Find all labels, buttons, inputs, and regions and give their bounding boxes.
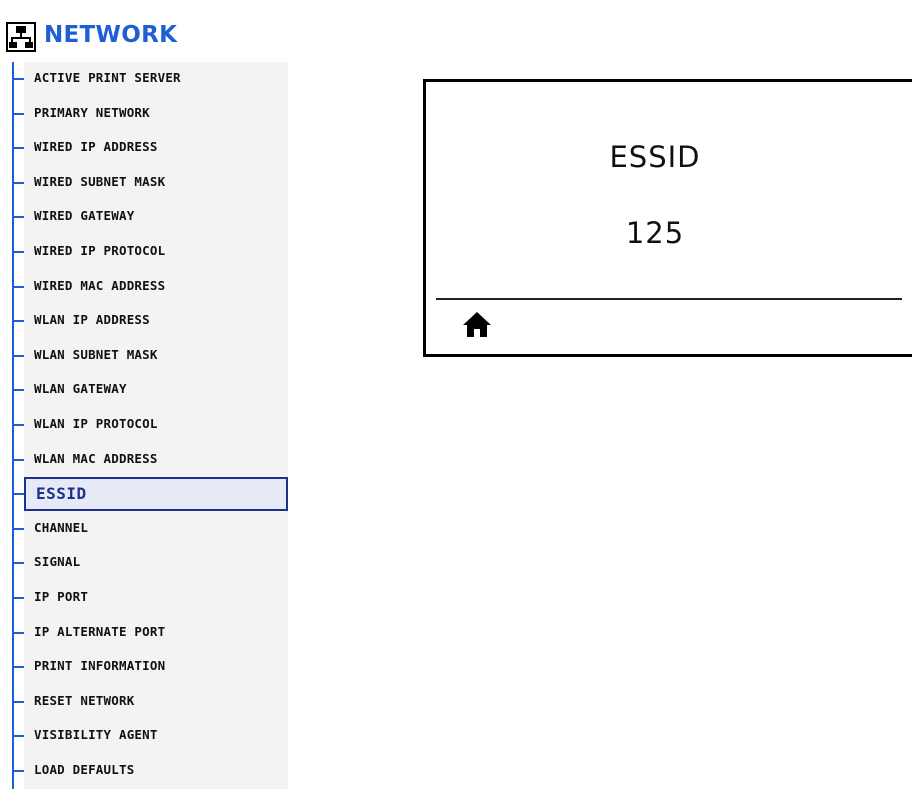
tree-branch [12, 527, 24, 530]
menu-item[interactable]: ESSID [6, 477, 288, 512]
menu-item-label: IP PORT [34, 589, 89, 604]
menu-item[interactable]: SIGNAL [6, 546, 288, 580]
menu-item-label: WLAN MAC ADDRESS [34, 450, 158, 466]
tree-branch [12, 700, 24, 703]
tree-branch [12, 320, 24, 323]
tree-branch [12, 112, 24, 115]
menu-item[interactable]: LOAD DEFAULTS [6, 754, 288, 788]
menu-item[interactable]: IP PORT [6, 581, 288, 615]
menu-item[interactable]: WLAN IP ADDRESS [6, 304, 288, 338]
menu-item[interactable]: VISIBILITY AGENT [6, 719, 288, 753]
menu-item-label: LOAD DEFAULTS [34, 762, 135, 777]
menu-item-label: ACTIVE PRINT SERVER [34, 70, 181, 85]
display-panel: ESSID 125 [423, 79, 912, 357]
menu-item[interactable]: IP ALTERNATE PORT [6, 616, 288, 650]
menu-item-label: SIGNAL [34, 554, 81, 570]
tree-branch [12, 78, 24, 80]
menu-item-label: ESSID [36, 484, 87, 504]
menu-item[interactable]: CHANNEL [6, 512, 288, 546]
menu-item-label: CHANNEL [34, 519, 89, 535]
menu-item-label: WIRED IP PROTOCOL [34, 243, 166, 258]
tree-branch [12, 735, 24, 738]
menu-item[interactable]: WIRED IP PROTOCOL [6, 235, 288, 269]
tree-branch [12, 458, 24, 461]
network-menu: ACTIVE PRINT SERVER PRIMARY NETWORK WIRED … [6, 62, 288, 789]
menu-item[interactable]: PRINT INFORMATION [6, 650, 288, 684]
menu-item-label: WLAN GATEWAY [34, 381, 127, 397]
menu-item-label: PRINT INFORMATION [34, 658, 166, 674]
network-icon [6, 22, 36, 52]
page-title: NETWORK [44, 22, 178, 48]
tree-branch [12, 597, 24, 599]
menu-item-label: WIRED MAC ADDRESS [34, 277, 166, 293]
home-icon[interactable] [462, 310, 492, 338]
menu-item-label: WIRED SUBNET MASK [34, 173, 166, 189]
menu-item-label: WLAN SUBNET MASK [34, 346, 158, 362]
menu-item[interactable]: RESET NETWORK [6, 685, 288, 719]
tree-branch [12, 147, 24, 150]
display-divider [436, 298, 902, 300]
menu-item-label: WIRED GATEWAY [34, 208, 135, 224]
menu-item-label: VISIBILITY AGENT [34, 727, 158, 743]
menu-item[interactable]: WIRED GATEWAY [6, 200, 288, 234]
menu-item-label: RESET NETWORK [34, 692, 135, 708]
menu-item[interactable]: WIRED MAC ADDRESS [6, 270, 288, 304]
tree-branch [12, 562, 24, 565]
tree-branch [12, 251, 24, 253]
menu-item-label: PRIMARY NETWORK [34, 104, 150, 120]
display-value: 125 [625, 216, 685, 250]
tree-branch [12, 631, 24, 634]
menu-item[interactable]: WLAN GATEWAY [6, 373, 288, 407]
menu-item[interactable]: WLAN MAC ADDRESS [6, 443, 288, 477]
tree-branch [12, 493, 24, 496]
tree-branch [12, 354, 24, 357]
menu-item[interactable]: WLAN IP PROTOCOL [6, 408, 288, 442]
menu-item[interactable]: PRIMARY NETWORK [6, 97, 288, 131]
tree-branch [12, 389, 24, 392]
menu-item-label: WLAN IP ADDRESS [34, 312, 150, 328]
tree-branch [12, 424, 24, 426]
header [6, 4, 36, 52]
menu-item-label: WIRED IP ADDRESS [34, 139, 158, 155]
menu-item-label: IP ALTERNATE PORT [34, 623, 166, 639]
tree-branch [12, 181, 24, 184]
menu-item[interactable]: WLAN SUBNET MASK [6, 339, 288, 373]
menu-item-label: WLAN IP PROTOCOL [34, 416, 158, 431]
tree-branch [12, 216, 24, 219]
menu-item[interactable]: WIRED IP ADDRESS [6, 131, 288, 165]
menu-item[interactable]: ACTIVE PRINT SERVER [6, 62, 288, 96]
tree-branch [12, 285, 24, 288]
tree-branch [12, 770, 24, 772]
display-title: ESSID [609, 140, 701, 174]
menu-item[interactable]: WIRED SUBNET MASK [6, 166, 288, 200]
tree-branch [12, 666, 24, 669]
